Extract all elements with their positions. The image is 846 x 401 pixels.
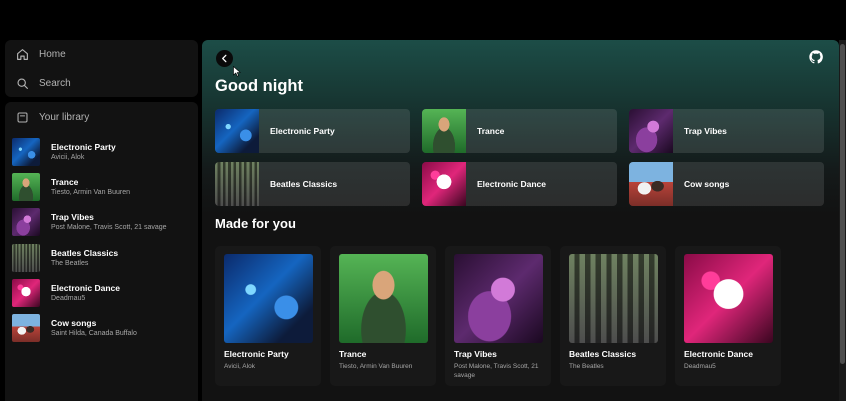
library-item-title: Electronic Dance [51,282,120,293]
library-item[interactable]: Trance Tiesto, Armin Van Buuren [12,169,192,204]
made-for-you-title: Trance [339,349,367,359]
library-item-cover [12,314,40,343]
back-button[interactable] [216,50,233,67]
library-header-label: Your library [39,112,90,123]
library-item-subtitle: Avicii, Alok [51,153,85,161]
main-content: Good night Electronic Party Trance Trap … [202,40,839,401]
library-item-title: Beatles Classics [51,247,119,258]
made-for-you-card[interactable]: Trance Tiesto, Armin Van Buuren [330,246,436,386]
made-for-you-cover [684,254,773,343]
main-scrollbar[interactable] [839,40,846,401]
made-for-you-card[interactable]: Trap Vibes Post Malone, Travis Scott, 21… [445,246,551,386]
library-item[interactable]: Cow songs Saint Hilda, Canada Buffalo [12,310,192,345]
made-for-you-subtitle: Post Malone, Travis Scott, 21 savage [454,363,539,379]
quick-pick-label: Trap Vibes [684,126,727,136]
quick-pick-label: Electronic Party [270,126,335,136]
library-item-cover [12,243,40,272]
nav-home-label: Home [39,49,66,60]
made-for-you-title: Electronic Dance [684,349,753,359]
quick-pick-card[interactable]: Electronic Dance [422,162,617,206]
nav-home[interactable]: Home [16,48,66,61]
window-top-bar [0,0,846,36]
made-for-you-cover [454,254,543,343]
made-for-you-cover [339,254,428,343]
section-title-made-for-you: Made for you [215,216,296,231]
library-item[interactable]: Trap Vibes Post Malone, Travis Scott, 21 … [12,205,192,240]
library-icon [17,112,28,123]
nav-search-label: Search [39,78,71,89]
made-for-you-card[interactable]: Beatles Classics The Beatles [560,246,666,386]
quick-pick-card[interactable]: Beatles Classics [215,162,410,206]
page-title: Good night [215,77,303,95]
home-icon [17,49,28,60]
library-item-cover [12,137,40,166]
library-item-title: Trance [51,176,79,187]
made-for-you-subtitle: Deadmau5 [684,363,716,370]
library-item-subtitle: Deadmau5 [51,294,86,302]
quick-pick-label: Trance [477,126,505,136]
quick-pick-cover [629,162,673,206]
made-for-you-title: Electronic Party [224,349,289,359]
quick-pick-cover [215,109,259,153]
library-item[interactable]: Electronic Party Avicii, Alok [12,134,192,169]
quick-pick-card[interactable]: Cow songs [629,162,824,206]
made-for-you-title: Beatles Classics [569,349,637,359]
library-item-title: Trap Vibes [51,212,94,223]
chevron-left-icon [222,54,227,63]
library-item[interactable]: Electronic Dance Deadmau5 [12,275,192,310]
library-header[interactable]: Your library [16,111,89,124]
quick-pick-cover [422,162,466,206]
quick-pick-cover [629,109,673,153]
search-icon [17,78,28,89]
scrollbar-thumb[interactable] [840,44,845,364]
quick-pick-cover [422,109,466,153]
library-item[interactable]: Beatles Classics The Beatles [12,240,192,275]
made-for-you-card[interactable]: Electronic Party Avicii, Alok [215,246,321,386]
sidebar-nav: Home Search [5,40,198,97]
github-icon[interactable] [809,50,823,64]
made-for-you-cover [224,254,313,343]
made-for-you-subtitle: Avicii, Alok [224,363,255,370]
made-for-you-card[interactable]: Electronic Dance Deadmau5 [675,246,781,386]
library-panel: Your library Electronic Party Avicii, Alo… [5,102,198,401]
quick-pick-card[interactable]: Trap Vibes [629,109,824,153]
made-for-you-subtitle: The Beatles [569,363,604,370]
library-item-title: Electronic Party [51,141,116,152]
quick-pick-cover [215,162,259,206]
made-for-you-title: Trap Vibes [454,349,497,359]
nav-search[interactable]: Search [16,77,71,90]
library-item-subtitle: Tiesto, Armin Van Buuren [51,188,130,196]
library-item-title: Cow songs [51,318,97,329]
made-for-you-subtitle: Tiesto, Armin Van Buuren [339,363,413,370]
library-item-subtitle: Saint Hilda, Canada Buffalo [51,330,137,338]
quick-pick-label: Cow songs [684,179,730,189]
quick-pick-card[interactable]: Electronic Party [215,109,410,153]
library-item-cover [12,172,40,201]
library-item-subtitle: Post Malone, Travis Scott, 21 savage [51,224,167,232]
library-item-subtitle: The Beatles [51,259,89,267]
quick-pick-label: Electronic Dance [477,179,546,189]
library-list: Electronic Party Avicii, Alok Trance Tiest… [12,134,192,346]
mouse-cursor-icon [233,66,241,77]
quick-pick-card[interactable]: Trance [422,109,617,153]
library-item-cover [12,208,40,237]
library-item-cover [12,278,40,307]
quick-pick-label: Beatles Classics [270,179,338,189]
made-for-you-cover [569,254,658,343]
